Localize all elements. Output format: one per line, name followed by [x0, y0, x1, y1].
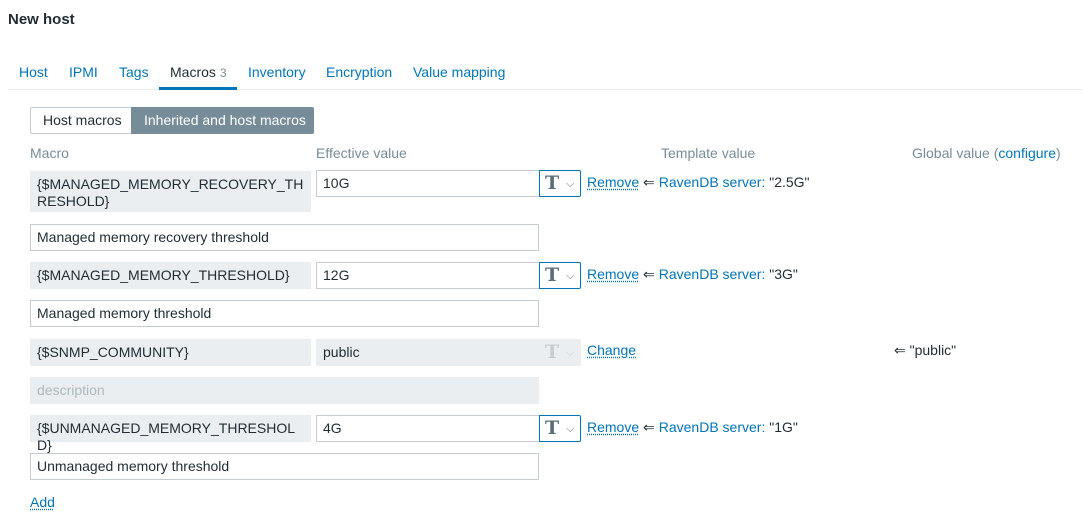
template-link[interactable]: RavenDB server: [659, 266, 766, 282]
page-title: New host [8, 11, 75, 28]
macro-description-input[interactable]: Managed memory threshold [30, 300, 539, 327]
active-tab-underline [159, 87, 237, 90]
tab-tags[interactable]: Tags [119, 64, 149, 80]
value-type-button[interactable]: T ⌵ [539, 415, 581, 442]
remove-link[interactable]: Remove [587, 419, 639, 435]
tab-macros-label: Macros [170, 64, 216, 80]
tab-inventory[interactable]: Inventory [248, 64, 306, 80]
inherit-arrow-icon: ⇐ [643, 174, 655, 190]
column-header-template-value: Template value [661, 145, 756, 161]
text-type-icon: T [545, 264, 560, 286]
remove-link[interactable]: Remove [587, 174, 639, 190]
macro-value-input[interactable]: 12G [316, 262, 541, 289]
tab-macros-count: 3 [219, 66, 227, 80]
macro-name-field: {$MANAGED_MEMORY_THRESHOLD} [30, 262, 311, 289]
value-type-button[interactable]: T ⌵ [539, 262, 581, 289]
template-value-text: "2.5G" [769, 174, 810, 190]
tab-bar: Host IPMI Tags Macros 3 Inventory Encrypt… [8, 56, 1082, 90]
host-macros-toggle[interactable]: Host macros [30, 107, 131, 134]
template-link[interactable]: RavenDB server: [659, 174, 766, 190]
inherited-macros-toggle[interactable]: Inherited and host macros [131, 107, 314, 134]
text-type-icon: T [545, 417, 560, 439]
macro-name-field: {$UNMANAGED_MEMORY_THRESHOLD} [30, 415, 311, 453]
text-type-icon: T [545, 341, 560, 363]
chevron-down-icon: ⌵ [566, 347, 575, 359]
template-value-text: "3G" [769, 266, 798, 282]
macro-value-input: public [316, 339, 541, 366]
macro-description-input[interactable]: Managed memory recovery threshold [30, 224, 539, 251]
tab-macros[interactable]: Macros 3 [170, 64, 227, 80]
macro-description-input[interactable]: Unmanaged memory threshold [30, 453, 539, 480]
inherit-arrow-icon: ⇐ [894, 342, 906, 358]
tab-ipmi[interactable]: IPMI [69, 64, 98, 80]
macro-name-field: {$SNMP_COMMUNITY} [30, 339, 311, 366]
add-macro-link[interactable]: Add [30, 494, 55, 510]
remove-link[interactable]: Remove [587, 266, 639, 282]
value-type-button[interactable]: T ⌵ [539, 170, 581, 197]
template-value: ⇐ RavenDB server: "2.5G" [643, 174, 810, 191]
text-type-icon: T [545, 172, 560, 194]
global-value: ⇐ "public" [894, 342, 956, 359]
global-value-label: Global value ( [912, 145, 999, 161]
column-header-global-value: Global value (configure) [912, 145, 1061, 161]
global-value-close: ) [1055, 145, 1061, 161]
chevron-down-icon: ⌵ [566, 270, 575, 282]
template-value: ⇐ RavenDB server: "1G" [643, 419, 798, 436]
configure-link[interactable]: configure [998, 145, 1056, 161]
template-value-text: "1G" [769, 419, 798, 435]
macro-description-input: description [30, 377, 539, 404]
template-link[interactable]: RavenDB server: [659, 419, 766, 435]
inherit-arrow-icon: ⇐ [643, 266, 655, 282]
inherit-arrow-icon: ⇐ [643, 419, 655, 435]
global-value-text: "public" [909, 342, 957, 358]
tab-value-mapping[interactable]: Value mapping [413, 64, 505, 80]
tab-host[interactable]: Host [19, 64, 48, 80]
value-type-button: T ⌵ [539, 339, 581, 366]
macro-name-field: {$MANAGED_MEMORY_RECOVERY_THRESHOLD} [30, 171, 311, 212]
chevron-down-icon: ⌵ [566, 423, 575, 435]
column-header-effective-value: Effective value [316, 145, 407, 161]
change-link[interactable]: Change [587, 342, 636, 358]
tab-encryption[interactable]: Encryption [326, 64, 392, 80]
template-value: ⇐ RavenDB server: "3G" [643, 266, 798, 283]
macro-value-input[interactable]: 10G [316, 170, 541, 197]
chevron-down-icon: ⌵ [566, 178, 575, 190]
column-header-macro: Macro [30, 145, 69, 161]
macro-value-input[interactable]: 4G [316, 415, 541, 442]
